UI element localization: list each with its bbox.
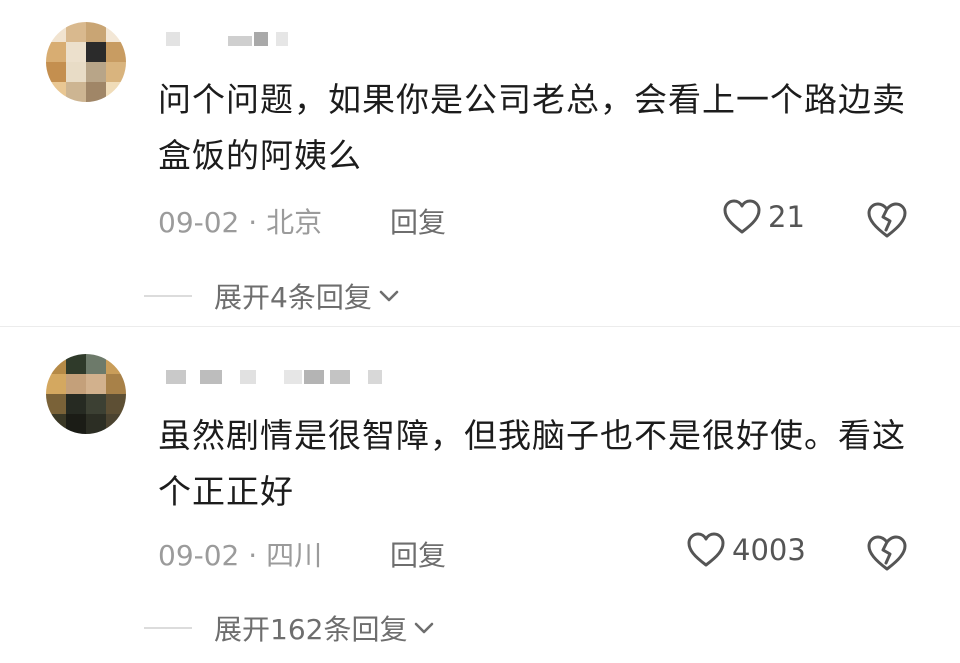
comment-text: 虽然剧情是很智障，但我脑子也不是很好使。看这个正正好 bbox=[158, 416, 906, 511]
like-button[interactable]: 4003 bbox=[686, 531, 806, 569]
comment-date-location: 09-02 · 四川 bbox=[158, 539, 323, 572]
comment-item: 问个问题，如果你是公司老总，会看上一个路边卖盒饭的阿姨么 09-02 · 北京 … bbox=[0, 0, 960, 326]
reply-button[interactable]: 回复 bbox=[390, 534, 446, 574]
comment-item: 虽然剧情是很智障，但我脑子也不是很好使。看这个正正好 09-02 · 四川 回复… bbox=[0, 330, 960, 663]
comment-date-location: 09-02 · 北京 bbox=[158, 206, 323, 239]
dislike-button[interactable] bbox=[866, 533, 908, 577]
comment-divider bbox=[0, 326, 960, 327]
chevron-down-icon bbox=[415, 622, 434, 634]
broken-heart-icon bbox=[867, 202, 907, 238]
like-count: 4003 bbox=[732, 533, 806, 567]
avatar[interactable] bbox=[46, 354, 126, 434]
expand-divider-line bbox=[144, 627, 192, 629]
heart-outline-icon bbox=[687, 532, 725, 567]
heart-outline-icon bbox=[723, 199, 761, 234]
expand-replies-button[interactable]: 展开4条回复 bbox=[144, 276, 400, 316]
expand-replies-label: 展开4条回复 bbox=[214, 281, 372, 314]
reply-button[interactable]: 回复 bbox=[390, 201, 446, 241]
broken-heart-icon bbox=[867, 535, 907, 571]
expand-replies-label: 展开162条回复 bbox=[214, 613, 408, 646]
chevron-down-icon bbox=[379, 290, 399, 302]
comment-text: 问个问题，如果你是公司老总，会看上一个路边卖盒饭的阿姨么 bbox=[158, 80, 906, 175]
like-count: 21 bbox=[768, 200, 805, 234]
dislike-button[interactable] bbox=[866, 200, 908, 244]
avatar[interactable] bbox=[46, 22, 126, 102]
like-button[interactable]: 21 bbox=[722, 198, 805, 236]
expand-replies-button[interactable]: 展开162条回复 bbox=[144, 608, 435, 648]
expand-divider-line bbox=[144, 295, 192, 297]
